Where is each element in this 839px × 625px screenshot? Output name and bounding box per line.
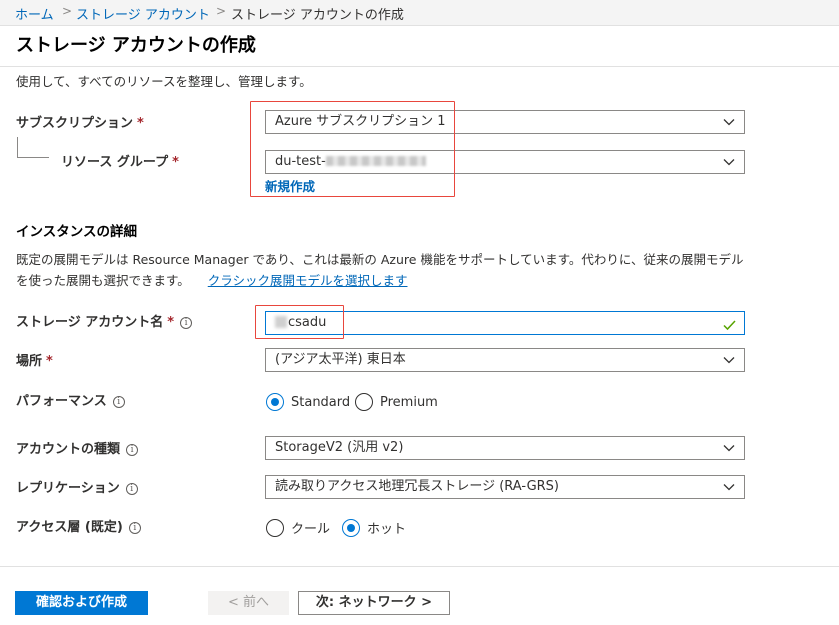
- page-title: ストレージ アカウントの作成: [16, 35, 256, 56]
- review-create-button[interactable]: 確認および作成: [15, 591, 148, 615]
- resource-group-label: リソース グループ *: [61, 155, 179, 170]
- tree-connector-vertical: [17, 137, 18, 157]
- checkmark-icon: [723, 317, 736, 331]
- next-networking-button[interactable]: 次: ネットワーク >: [298, 591, 450, 615]
- required-mark: *: [137, 116, 144, 131]
- footer-divider: [0, 566, 839, 567]
- chevron-down-icon: [723, 481, 735, 493]
- radio-indicator[interactable]: [355, 393, 373, 411]
- required-mark: *: [167, 315, 175, 330]
- highlight-box: [255, 305, 344, 339]
- radio-label: Premium: [380, 394, 438, 410]
- replication-select[interactable]: 読み取りアクセス地理冗長ストレージ (RA-GRS): [265, 475, 745, 499]
- access-tier-hot-radio[interactable]: ホット: [342, 518, 406, 537]
- breadcrumb-home[interactable]: ホーム: [15, 4, 54, 23]
- replication-value: 読み取りアクセス地理冗長ストレージ (RA-GRS): [275, 479, 560, 494]
- radio-selected-indicator[interactable]: [342, 518, 360, 537]
- info-icon[interactable]: i: [125, 483, 138, 495]
- account-name-label: ストレージ アカウント名 * i: [16, 311, 193, 330]
- required-mark: *: [46, 354, 53, 369]
- instance-details-heading: インスタンスの詳細: [16, 224, 137, 240]
- classic-deployment-link[interactable]: クラシック展開モデルを選択します: [208, 273, 408, 288]
- location-select[interactable]: (アジア太平洋) 東日本: [265, 348, 745, 372]
- info-icon[interactable]: i: [126, 444, 139, 456]
- radio-label: ホット: [367, 522, 407, 537]
- performance-label: パフォーマンス i: [16, 390, 125, 409]
- title-divider: [0, 66, 839, 67]
- chevron-down-icon: [723, 116, 735, 128]
- access-tier-cool-radio[interactable]: クール: [266, 518, 330, 537]
- radio-indicator[interactable]: [266, 518, 284, 537]
- performance-standard-radio[interactable]: Standard: [266, 393, 350, 411]
- radio-selected-indicator[interactable]: [266, 393, 284, 411]
- access-tier-label: アクセス層 (既定) i: [16, 516, 141, 535]
- deployment-model-description: 既定の展開モデルは Resource Manager であり、これは最新の Az…: [16, 252, 744, 288]
- breadcrumb-storage-accounts[interactable]: ストレージ アカウント: [76, 4, 210, 23]
- breadcrumb-bar: ホーム > ストレージ アカウント > ストレージ アカウントの作成: [0, 0, 839, 26]
- account-kind-value: StorageV2 (汎用 v2): [275, 440, 404, 455]
- radio-label: Standard: [291, 394, 351, 410]
- chevron-down-icon: [723, 354, 735, 366]
- tree-connector-horizontal: [17, 157, 49, 158]
- location-value: (アジア太平洋) 東日本: [275, 352, 406, 367]
- highlight-box: [250, 101, 455, 197]
- intro-text: 使用して、すべてのリソースを整理し、管理します。: [16, 74, 312, 89]
- required-mark: *: [172, 155, 179, 170]
- subscription-label: サブスクリプション *: [16, 116, 144, 131]
- info-icon[interactable]: i: [112, 396, 125, 408]
- previous-button[interactable]: < 前へ: [208, 591, 289, 615]
- location-label: 場所 *: [16, 354, 53, 369]
- info-icon[interactable]: i: [128, 522, 141, 534]
- performance-premium-radio[interactable]: Premium: [355, 393, 438, 411]
- chevron-down-icon: [723, 156, 735, 168]
- chevron-down-icon: [723, 442, 735, 454]
- radio-label: クール: [291, 522, 331, 537]
- account-kind-select[interactable]: StorageV2 (汎用 v2): [265, 436, 745, 460]
- breadcrumb-separator: >: [62, 4, 73, 18]
- replication-label: レプリケーション i: [16, 477, 138, 496]
- account-kind-label: アカウントの種類 i: [16, 438, 139, 457]
- breadcrumb-separator: >: [216, 4, 227, 18]
- breadcrumb-current: ストレージ アカウントの作成: [231, 8, 404, 23]
- info-icon[interactable]: i: [180, 317, 193, 329]
